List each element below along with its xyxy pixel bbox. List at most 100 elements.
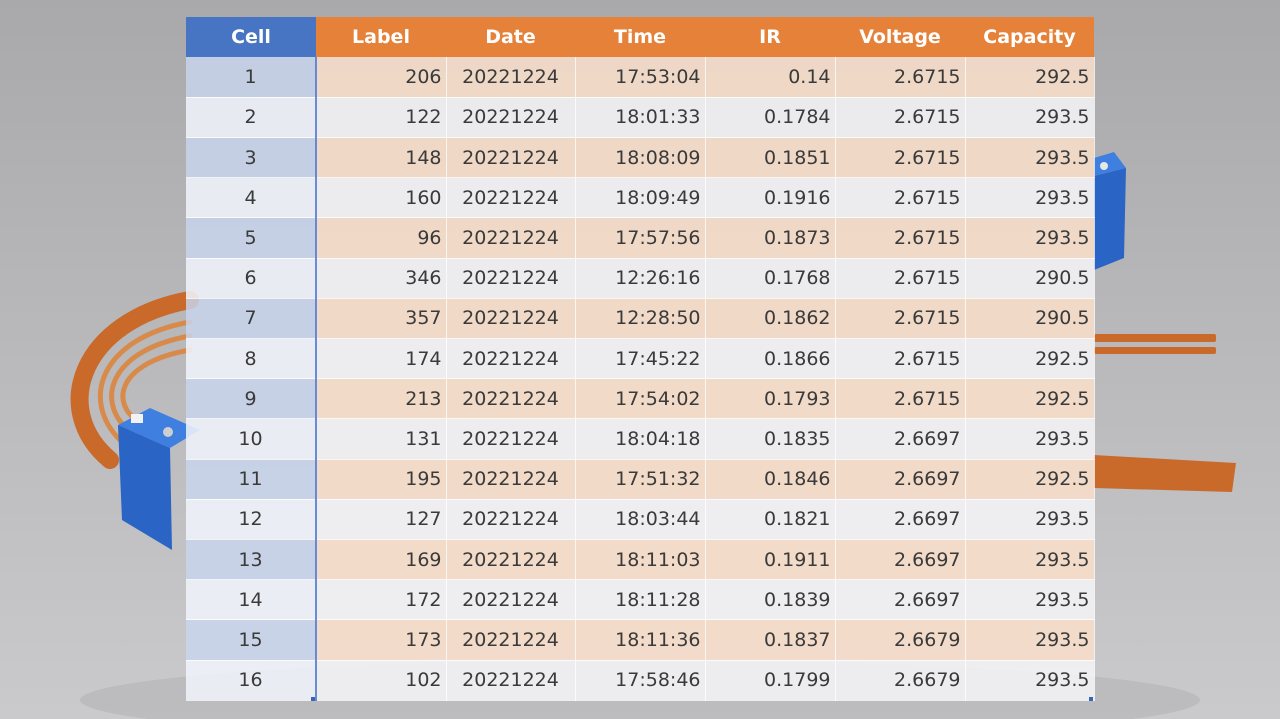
cell-ir[interactable]: 0.1862 [705, 298, 836, 340]
header-ir[interactable]: IR [705, 17, 835, 58]
cell-voltage[interactable]: 2.6715 [835, 258, 966, 299]
cell-cell[interactable]: 11 [186, 459, 317, 500]
cell-cell[interactable]: 14 [186, 579, 317, 621]
cell-date[interactable]: 20221224 [446, 418, 576, 460]
cell-cell[interactable]: 9 [186, 378, 317, 420]
cell-capacity[interactable]: 293.5 [965, 539, 1095, 581]
cell-date[interactable]: 20221224 [446, 97, 576, 139]
cell-capacity[interactable]: 293.5 [965, 137, 1095, 179]
cell-cell[interactable]: 15 [186, 619, 317, 661]
cell-cell[interactable]: 8 [186, 338, 317, 380]
cell-capacity[interactable]: 293.5 [965, 660, 1095, 701]
cell-voltage[interactable]: 2.6697 [835, 539, 966, 581]
cell-label[interactable]: 131 [316, 418, 447, 460]
cell-label[interactable]: 122 [316, 97, 447, 139]
cell-cell[interactable]: 12 [186, 499, 317, 540]
cell-time[interactable]: 17:57:56 [575, 217, 706, 259]
cell-ir[interactable]: 0.1799 [705, 660, 836, 701]
cell-ir[interactable]: 0.1873 [705, 217, 836, 259]
cell-time[interactable]: 17:45:22 [575, 338, 706, 380]
cell-time[interactable]: 17:54:02 [575, 378, 706, 420]
cell-cell[interactable]: 6 [186, 258, 317, 299]
cell-voltage[interactable]: 2.6697 [835, 579, 966, 621]
cell-capacity[interactable]: 293.5 [965, 217, 1095, 259]
cell-time[interactable]: 17:58:46 [575, 660, 706, 701]
cell-date[interactable]: 20221224 [446, 619, 576, 661]
cell-label[interactable]: 102 [316, 660, 447, 701]
cell-date[interactable]: 20221224 [446, 137, 576, 179]
cell-date[interactable]: 20221224 [446, 177, 576, 219]
cell-capacity[interactable]: 292.5 [965, 338, 1095, 380]
cell-label[interactable]: 160 [316, 177, 447, 219]
cell-label[interactable]: 169 [316, 539, 447, 581]
cell-ir[interactable]: 0.1768 [705, 258, 836, 299]
cell-ir[interactable]: 0.1839 [705, 579, 836, 621]
cell-label[interactable]: 195 [316, 459, 447, 500]
cell-date[interactable]: 20221224 [446, 217, 576, 259]
cell-ir[interactable]: 0.1837 [705, 619, 836, 661]
cell-capacity[interactable]: 290.5 [965, 298, 1095, 340]
cell-ir[interactable]: 0.1846 [705, 459, 836, 500]
cell-time[interactable]: 18:04:18 [575, 418, 706, 460]
cell-time[interactable]: 12:26:16 [575, 258, 706, 299]
cell-ir[interactable]: 0.1784 [705, 97, 836, 139]
cell-voltage[interactable]: 2.6715 [835, 378, 966, 420]
cell-cell[interactable]: 16 [186, 660, 317, 701]
cell-cell[interactable]: 10 [186, 418, 317, 460]
cell-label[interactable]: 346 [316, 258, 447, 299]
cell-capacity[interactable]: 292.5 [965, 57, 1095, 98]
cell-voltage[interactable]: 2.6715 [835, 338, 966, 380]
cell-label[interactable]: 148 [316, 137, 447, 179]
cell-date[interactable]: 20221224 [446, 378, 576, 420]
cell-voltage[interactable]: 2.6697 [835, 418, 966, 460]
cell-time[interactable]: 18:11:36 [575, 619, 706, 661]
cell-ir[interactable]: 0.1821 [705, 499, 836, 540]
cell-date[interactable]: 20221224 [446, 57, 576, 98]
cell-voltage[interactable]: 2.6679 [835, 660, 966, 701]
header-time[interactable]: Time [575, 17, 705, 58]
cell-time[interactable]: 17:53:04 [575, 57, 706, 98]
cell-date[interactable]: 20221224 [446, 258, 576, 299]
cell-capacity[interactable]: 293.5 [965, 619, 1095, 661]
cell-ir[interactable]: 0.1866 [705, 338, 836, 380]
cell-voltage[interactable]: 2.6679 [835, 619, 966, 661]
cell-cell[interactable]: 3 [186, 137, 317, 179]
cell-capacity[interactable]: 293.5 [965, 418, 1095, 460]
cell-ir[interactable]: 0.1851 [705, 137, 836, 179]
cell-capacity[interactable]: 293.5 [965, 177, 1095, 219]
cell-ir[interactable]: 0.1916 [705, 177, 836, 219]
header-capacity[interactable]: Capacity [965, 17, 1094, 58]
cell-label[interactable]: 173 [316, 619, 447, 661]
cell-cell[interactable]: 13 [186, 539, 317, 581]
cell-ir[interactable]: 0.1793 [705, 378, 836, 420]
cell-label[interactable]: 206 [316, 57, 447, 98]
cell-time[interactable]: 18:09:49 [575, 177, 706, 219]
cell-time[interactable]: 18:03:44 [575, 499, 706, 540]
cell-cell[interactable]: 1 [186, 57, 317, 98]
cell-date[interactable]: 20221224 [446, 579, 576, 621]
cell-time[interactable]: 18:11:03 [575, 539, 706, 581]
cell-label[interactable]: 172 [316, 579, 447, 621]
cell-time[interactable]: 18:11:28 [575, 579, 706, 621]
cell-date[interactable]: 20221224 [446, 459, 576, 500]
cell-capacity[interactable]: 293.5 [965, 579, 1095, 621]
cell-date[interactable]: 20221224 [446, 298, 576, 340]
cell-voltage[interactable]: 2.6715 [835, 57, 966, 98]
cell-ir[interactable]: 0.1835 [705, 418, 836, 460]
cell-time[interactable]: 18:01:33 [575, 97, 706, 139]
cell-date[interactable]: 20221224 [446, 539, 576, 581]
cell-capacity[interactable]: 293.5 [965, 97, 1095, 139]
header-date[interactable]: Date [446, 17, 575, 58]
cell-label[interactable]: 357 [316, 298, 447, 340]
cell-voltage[interactable]: 2.6697 [835, 459, 966, 500]
cell-capacity[interactable]: 290.5 [965, 258, 1095, 299]
cell-voltage[interactable]: 2.6715 [835, 97, 966, 139]
cell-ir[interactable]: 0.14 [705, 57, 836, 98]
cell-cell[interactable]: 2 [186, 97, 317, 139]
cell-label[interactable]: 213 [316, 378, 447, 420]
cell-cell[interactable]: 7 [186, 298, 317, 340]
cell-capacity[interactable]: 292.5 [965, 459, 1095, 500]
cell-ir[interactable]: 0.1911 [705, 539, 836, 581]
cell-voltage[interactable]: 2.6715 [835, 217, 966, 259]
cell-capacity[interactable]: 293.5 [965, 499, 1095, 540]
